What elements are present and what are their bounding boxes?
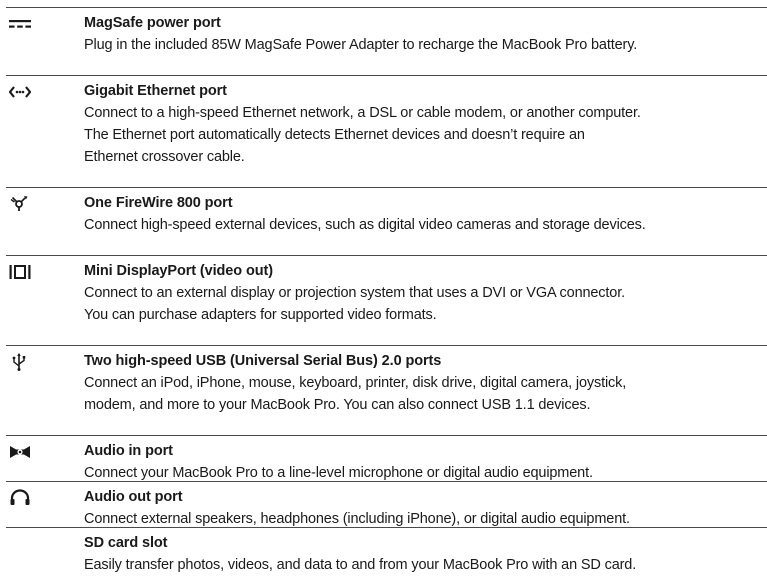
port-description: Connect high-speed external devices, suc… [84,217,646,233]
port-row-sd-card: SD card slot Easily transfer photos, vid… [6,528,767,575]
port-row-firewire: One FireWire 800 port Connect high-speed… [6,188,767,256]
port-description: Connect to an external display or projec… [84,282,763,326]
description-line: modem, and more to your MacBook Pro. You… [84,397,591,413]
port-title: MagSafe power port [84,15,221,31]
port-description: Connect to a high-speed Ethernet network… [84,102,763,168]
description-line: Connect to an external display or projec… [84,285,625,301]
port-row-ethernet: Gigabit Ethernet port Connect to a high-… [6,76,767,188]
port-row-audio-in: Audio in port Connect your MacBook Pro t… [6,436,767,482]
firewire-icon [10,196,28,211]
port-title: Audio out port [84,489,183,505]
port-title: SD card slot [84,535,168,551]
mini-displayport-icon [9,265,31,279]
audio-in-icon [10,446,30,458]
port-description: Connect external speakers, headphones (i… [84,511,630,527]
port-title: One FireWire 800 port [84,195,233,211]
port-title: Two high-speed USB (Universal Serial Bus… [84,353,442,369]
port-title: Audio in port [84,443,173,459]
description-line: Connect an iPod, iPhone, mouse, keyboard… [84,375,627,391]
port-title: Gigabit Ethernet port [84,83,227,99]
port-row-usb: Two high-speed USB (Universal Serial Bus… [6,346,767,436]
port-title: Mini DisplayPort (video out) [84,263,273,279]
description-line: You can purchase adapters for supported … [84,307,437,323]
port-description: Connect your MacBook Pro to a line-level… [84,465,593,481]
port-row-audio-out: Audio out port Connect external speakers… [6,482,767,528]
ports-table: MagSafe power port Plug in the included … [6,7,767,575]
description-line: The Ethernet port automatically detects … [84,127,585,143]
ethernet-icon [9,86,31,98]
port-description: Connect an iPod, iPhone, mouse, keyboard… [84,372,763,416]
port-description: Plug in the included 85W MagSafe Power A… [84,37,638,53]
usb-icon [12,353,26,371]
port-description: Easily transfer photos, videos, and data… [84,557,637,573]
port-row-mini-displayport: Mini DisplayPort (video out) Connect to … [6,256,767,346]
description-line: Ethernet crossover cable. [84,149,245,165]
description-line: Connect to a high-speed Ethernet network… [84,105,641,121]
magsafe-power-icon [9,20,31,28]
port-row-magsafe: MagSafe power port Plug in the included … [6,8,767,76]
headphones-icon [10,489,30,505]
